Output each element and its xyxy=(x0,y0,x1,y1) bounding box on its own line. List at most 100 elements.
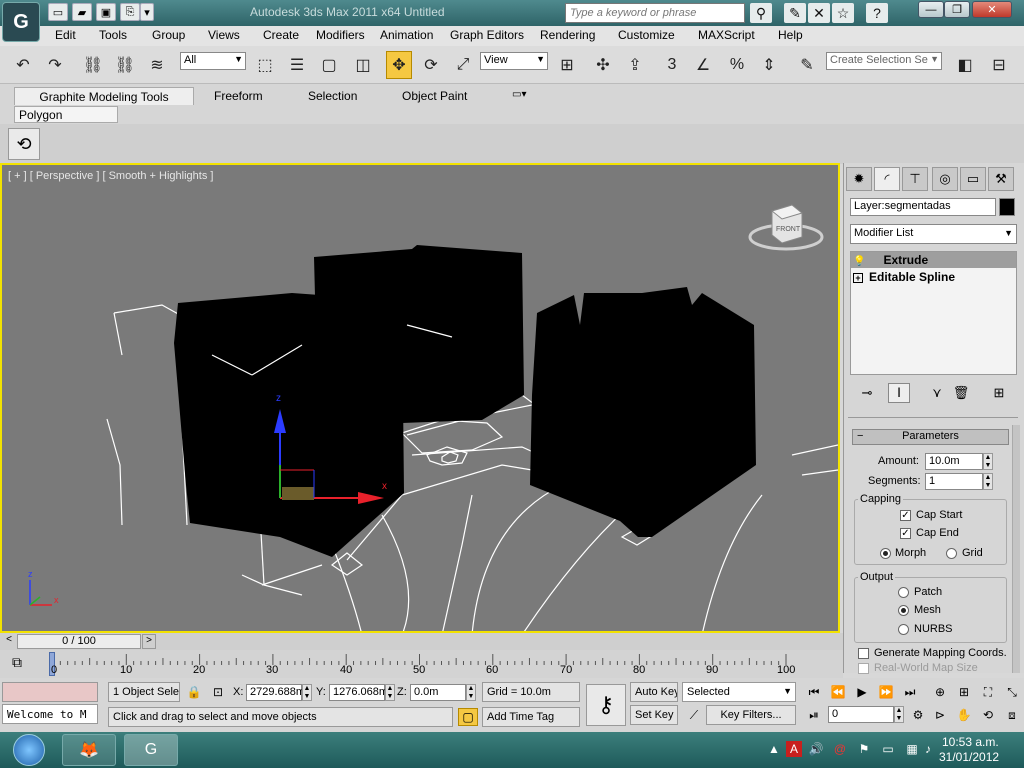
set-key-button[interactable]: Set Key xyxy=(630,705,678,725)
prev-frame-icon[interactable]: < xyxy=(2,634,16,649)
create-tab-icon[interactable]: ✹ xyxy=(846,167,872,191)
select-and-scale-icon[interactable]: ⤢ xyxy=(450,51,476,79)
modifier-list-dropdown[interactable]: Modifier List ▼ xyxy=(850,224,1017,244)
application-button[interactable]: G xyxy=(2,2,40,42)
tab-selection[interactable]: Selection xyxy=(308,87,357,105)
go-to-end-icon[interactable]: ⏭ xyxy=(900,683,920,701)
remove-modifier-icon[interactable]: 🗑 xyxy=(950,383,972,403)
menu-edit[interactable]: Edit xyxy=(55,26,76,46)
align-icon[interactable]: ⊟ xyxy=(986,51,1012,79)
key-mode-toggle-icon[interactable]: ⏯ xyxy=(804,706,824,724)
z-spinner[interactable]: ▲ ▼ xyxy=(466,684,476,701)
menu-rendering[interactable]: Rendering xyxy=(540,26,595,46)
polygon-modeling-panel-tab[interactable]: Polygon Modeling xyxy=(14,106,118,136)
menu-views[interactable]: Views xyxy=(208,26,240,46)
utilities-tab-icon[interactable]: ⚒ xyxy=(988,167,1014,191)
lock-selection-icon[interactable]: 🔒 xyxy=(184,683,204,701)
x-spinner[interactable]: ▲ ▼ xyxy=(302,684,312,701)
minimize-button[interactable]: — xyxy=(918,1,944,18)
ribbon-options-dropdown-icon[interactable]: ▭▾ xyxy=(512,87,538,105)
cap-start-checkbox[interactable]: ✓ xyxy=(900,510,911,521)
hierarchy-tab-icon[interactable]: ⊤ xyxy=(902,167,928,191)
link-icon[interactable]: ⛓ xyxy=(80,51,106,79)
y-coordinate-input[interactable]: 1276.068m xyxy=(329,684,388,701)
bulb-icon[interactable]: 💡 xyxy=(853,256,865,267)
z-coordinate-input[interactable]: 0.0m xyxy=(410,684,466,701)
quick-access-dropdown-icon[interactable]: ▾ xyxy=(140,3,154,21)
y-spinner[interactable]: ▲ ▼ xyxy=(385,684,395,701)
nurbs-radio[interactable] xyxy=(898,624,909,635)
generate-mapping-checkbox[interactable] xyxy=(858,648,869,659)
tab-object-paint[interactable]: Object Paint xyxy=(402,87,467,105)
next-frame-button-icon[interactable]: ⏩ xyxy=(876,683,896,701)
polygon-modeling-icon[interactable]: ⟲ xyxy=(8,128,40,160)
add-time-tag[interactable]: Add Time Tag xyxy=(482,707,580,727)
percent-snap-icon[interactable]: % xyxy=(724,51,750,79)
menu-animation[interactable]: Animation xyxy=(380,26,433,46)
tab-graphite-modeling-tools[interactable]: Graphite Modeling Tools xyxy=(14,87,194,105)
zoom-extents-icon[interactable]: ⛶ xyxy=(978,683,998,701)
amount-spinner[interactable]: ▲ ▼ xyxy=(983,453,993,470)
menu-maxscript[interactable]: MAXScript xyxy=(698,26,755,46)
modify-tab-icon[interactable]: ◜ xyxy=(874,167,900,191)
track-bar[interactable]: ⧉ 0 10 20 30 40 50 60 70 80 90 100 xyxy=(0,650,843,678)
clock-time[interactable]: 10:53 a.m. xyxy=(942,735,999,749)
segments-spinner[interactable]: ▲ ▼ xyxy=(983,473,993,490)
time-configuration-icon[interactable]: ⚙ xyxy=(908,706,928,724)
named-selection-dropdown[interactable]: Create Selection Se ▼ xyxy=(826,52,942,70)
window-crossing-icon[interactable]: ◫ xyxy=(350,51,376,79)
open-file-icon[interactable]: ▰ xyxy=(72,3,92,21)
rectangular-selection-icon[interactable]: ▢ xyxy=(316,51,342,79)
selection-filter-dropdown[interactable]: All ▼ xyxy=(180,52,246,70)
3dsmax-taskbar-icon[interactable]: G xyxy=(124,734,178,766)
show-end-result-icon[interactable]: Ⅰ xyxy=(888,383,910,403)
patch-radio[interactable] xyxy=(898,587,909,598)
pan-view-icon[interactable]: ✋ xyxy=(954,706,974,724)
time-slider-thumb[interactable]: 0 / 100 xyxy=(17,634,141,649)
select-and-rotate-icon[interactable]: ⟳ xyxy=(418,51,444,79)
undo-history-icon[interactable]: ⎘ xyxy=(120,3,140,21)
menu-create[interactable]: Create xyxy=(263,26,299,46)
reference-coord-dropdown[interactable]: View ▼ xyxy=(480,52,548,70)
select-manipulate-icon[interactable]: ✣ xyxy=(590,51,616,79)
selection-lock-toggle-icon[interactable]: ▢ xyxy=(458,708,478,726)
bind-space-warp-icon[interactable]: ≋ xyxy=(144,51,170,79)
x-coordinate-input[interactable]: 2729.688m xyxy=(246,684,305,701)
communication-center-icon[interactable]: ✎ xyxy=(784,3,806,23)
unlink-icon[interactable]: ⛓ xyxy=(112,51,138,79)
redo-icon[interactable]: ↷ xyxy=(42,51,68,79)
default-in-out-tangent-icon[interactable]: ⟋ xyxy=(684,706,704,724)
tab-freeform[interactable]: Freeform xyxy=(214,87,263,105)
motion-tab-icon[interactable]: ◎ xyxy=(932,167,958,191)
maximize-viewport-icon[interactable]: ⧈ xyxy=(1002,706,1022,724)
volume-tray-icon[interactable]: ♪ xyxy=(920,741,936,757)
restore-button[interactable]: ❐ xyxy=(944,1,970,18)
display-tab-icon[interactable]: ▭ xyxy=(960,167,986,191)
search-input[interactable]: Type a keyword or phrase xyxy=(565,3,745,23)
menu-help[interactable]: Help xyxy=(778,26,803,46)
stack-item-editable-spline[interactable]: + Editable Spline xyxy=(851,269,1016,285)
go-to-start-icon[interactable]: ⏮ xyxy=(804,683,824,701)
acrobat-tray-icon[interactable]: @ xyxy=(832,741,848,757)
menu-group[interactable]: Group xyxy=(152,26,185,46)
pin-stack-icon[interactable]: ⊸ xyxy=(856,383,878,403)
time-slider[interactable]: < 0 / 100 > xyxy=(0,633,843,650)
next-frame-icon[interactable]: > xyxy=(142,634,156,649)
menu-graph-editors[interactable]: Graph Editors xyxy=(450,26,524,46)
edit-named-selection-icon[interactable]: ✎ xyxy=(794,51,820,79)
clock-date[interactable]: 31/01/2012 xyxy=(939,750,999,764)
spinner-snap-icon[interactable]: ⇕ xyxy=(756,51,782,79)
absolute-mode-icon[interactable]: ⊡ xyxy=(208,683,228,701)
morph-radio[interactable] xyxy=(880,548,891,559)
flag-tray-icon[interactable]: ⚑ xyxy=(856,741,872,757)
viewport-label-menu[interactable]: [ + ] [ Perspective ] [ Smooth + Highlig… xyxy=(8,170,213,182)
parameters-rollout-header[interactable]: − Parameters xyxy=(852,429,1009,445)
select-by-name-icon[interactable]: ☰ xyxy=(284,51,310,79)
amount-input[interactable]: 10.0m xyxy=(925,453,983,470)
key-mode-dropdown[interactable]: Selected ▼ xyxy=(682,682,796,702)
undo-icon[interactable]: ↶ xyxy=(10,51,36,79)
angle-snap-icon[interactable]: ∠ xyxy=(690,51,716,79)
favorites-star-icon[interactable]: ☆ xyxy=(832,3,854,23)
object-color-swatch[interactable] xyxy=(999,198,1015,216)
make-unique-icon[interactable]: ⋎ xyxy=(926,383,948,403)
